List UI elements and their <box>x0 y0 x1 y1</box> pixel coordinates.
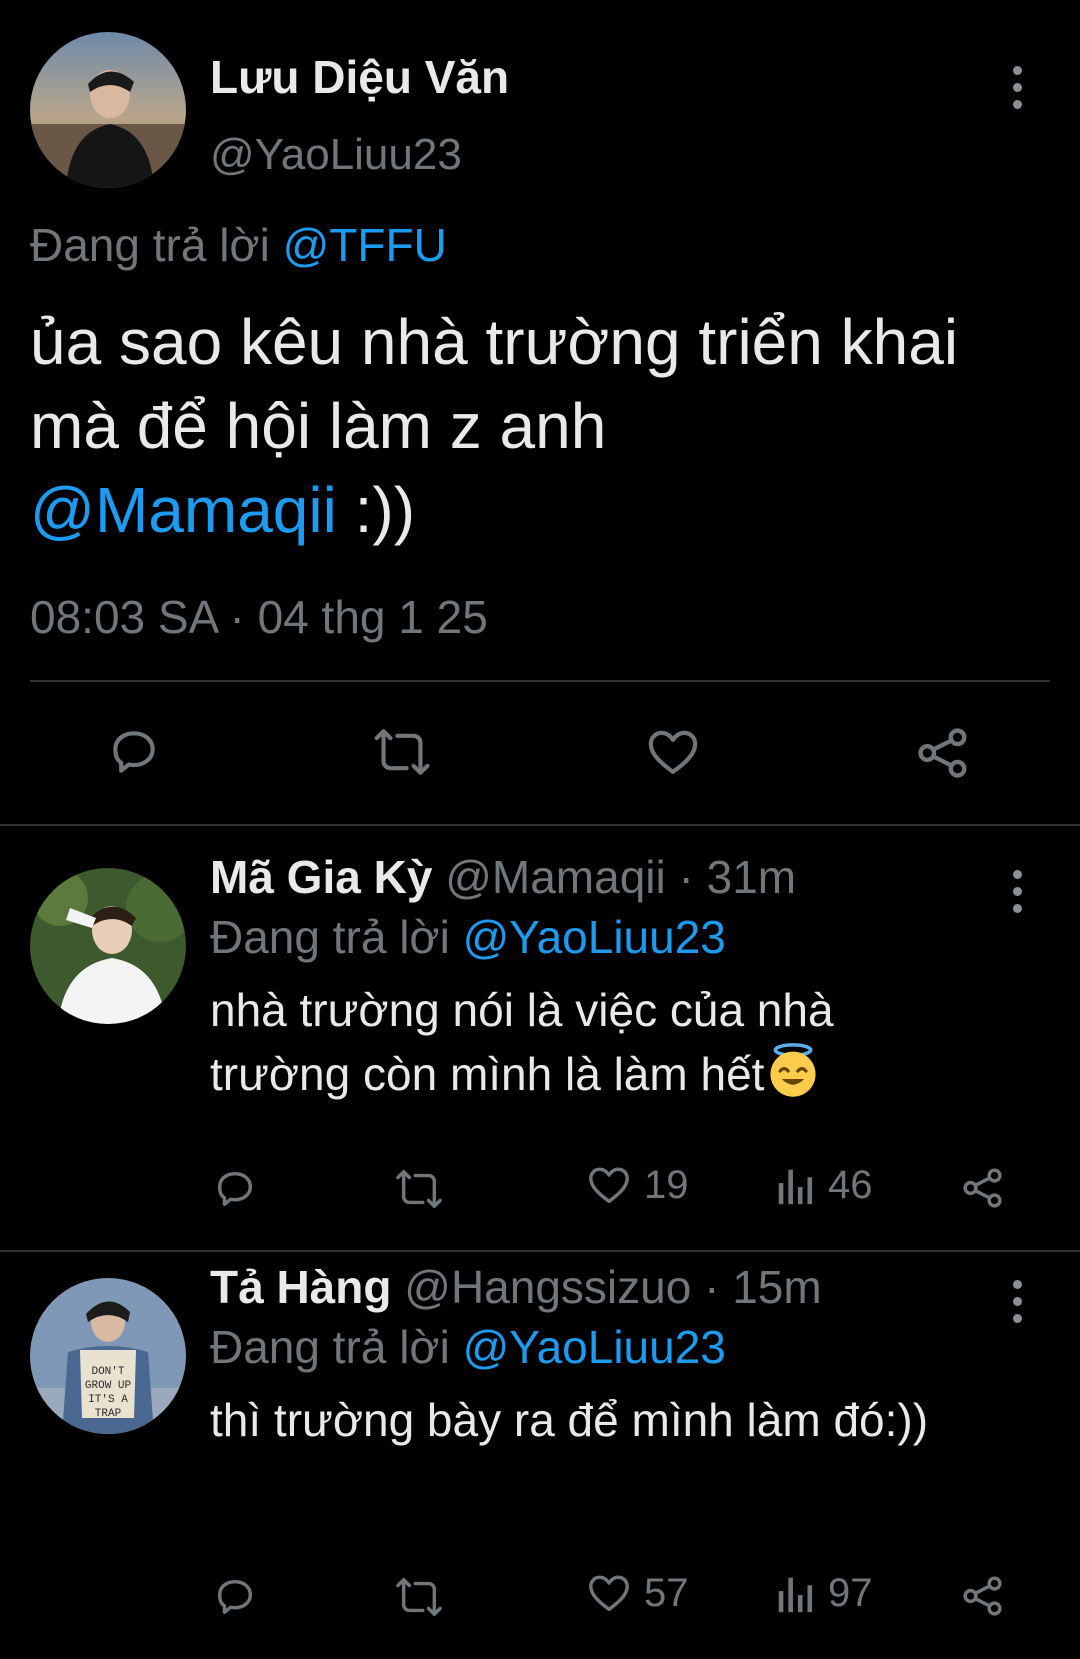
like-button[interactable] <box>644 724 702 780</box>
reply-icon <box>217 1579 253 1615</box>
retweet-button[interactable] <box>394 1574 444 1620</box>
more-options-icon[interactable] <box>1010 870 1024 913</box>
replying-mention-link[interactable]: @TFFU <box>283 219 447 271</box>
replying-prefix: Đang trả lời <box>210 911 450 963</box>
reply-header: Mã Gia Kỳ @Mamaqii · 31m <box>210 850 796 904</box>
tweet-text: ủa sao kêu nhà trường triển khai mà để h… <box>30 300 1040 552</box>
author-handle[interactable]: @YaoLiuu23 <box>210 130 462 180</box>
reply-icon <box>217 1171 253 1207</box>
avatar[interactable] <box>30 868 186 1024</box>
author-handle[interactable]: @Hangssizuo <box>404 1261 691 1313</box>
tweet-timestamp[interactable]: 08:03 SA · 04 thg 1 25 <box>30 590 488 644</box>
retweet-button[interactable] <box>372 724 432 780</box>
retweet-icon <box>374 729 430 775</box>
replying-to: Đang trả lời @TFFU <box>30 218 447 272</box>
reply-tweet[interactable]: DON'T GROW UP IT'S A TRAP Tả Hàng @Hangs… <box>0 1252 1080 1659</box>
tweet-age[interactable]: 15m <box>732 1261 821 1313</box>
retweet-icon <box>396 1578 442 1616</box>
share-button[interactable] <box>960 1164 1006 1212</box>
like-button[interactable]: 19 <box>586 1162 689 1208</box>
more-options-icon[interactable] <box>1010 66 1024 109</box>
avatar[interactable]: DON'T GROW UP IT'S A TRAP <box>30 1278 186 1434</box>
separator-dot: · <box>704 1261 720 1313</box>
author-handle[interactable]: @Mamaqii <box>445 851 666 903</box>
like-icon <box>589 1167 629 1204</box>
share-button[interactable] <box>914 724 972 782</box>
tweet-text-content: nhà trường nói là việc của nhà trường cò… <box>210 984 834 1100</box>
retweet-button[interactable] <box>394 1166 444 1212</box>
smiling-face-with-halo-icon <box>770 1043 816 1097</box>
like-count: 19 <box>644 1162 689 1207</box>
svg-text:DON'T: DON'T <box>91 1366 124 1378</box>
replying-prefix: Đang trả lời <box>30 219 270 271</box>
views-icon <box>778 1169 813 1205</box>
reply-header: Tả Hàng @Hangssizuo · 15m <box>210 1260 822 1314</box>
author-name[interactable]: Mã Gia Kỳ <box>210 851 432 903</box>
tweet-text-suffix: :)) <box>336 474 415 546</box>
tweet-text-content: ủa sao kêu nhà trường triển khai mà để h… <box>30 306 959 462</box>
share-icon <box>963 1576 1002 1616</box>
share-button[interactable] <box>960 1572 1006 1620</box>
like-icon <box>589 1575 629 1612</box>
views-icon <box>778 1577 813 1613</box>
reply-icon <box>113 731 155 773</box>
like-button[interactable]: 57 <box>586 1570 689 1616</box>
reply-button[interactable] <box>106 724 162 780</box>
tweet-mention-link[interactable]: @Mamaqii <box>30 474 337 546</box>
avatar[interactable] <box>30 32 186 188</box>
share-icon <box>918 728 967 778</box>
svg-text:GROW UP: GROW UP <box>85 1380 132 1392</box>
like-count: 57 <box>644 1570 689 1615</box>
separator-dot: · <box>678 851 694 903</box>
divider <box>30 680 1050 682</box>
svg-text:IT'S A: IT'S A <box>88 1394 128 1406</box>
like-icon <box>648 730 698 774</box>
replying-to: Đang trả lời @YaoLiuu23 <box>210 1320 726 1374</box>
main-tweet: Lưu Diệu Văn @YaoLiuu23 Đang trả lời @TF… <box>0 0 1080 826</box>
replying-mention-link[interactable]: @YaoLiuu23 <box>463 1321 726 1373</box>
views-button[interactable]: 46 <box>776 1162 873 1208</box>
reply-tweet[interactable]: Mã Gia Kỳ @Mamaqii · 31m Đang trả lời @Y… <box>0 826 1080 1250</box>
tweet-text: nhà trường nói là việc của nhà trường cò… <box>210 978 970 1106</box>
view-count: 46 <box>828 1162 873 1207</box>
reply-button[interactable] <box>212 1574 258 1620</box>
replying-prefix: Đang trả lời <box>210 1321 450 1373</box>
views-button[interactable]: 97 <box>776 1570 873 1616</box>
tweet-age[interactable]: 31m <box>707 851 796 903</box>
author-name[interactable]: Tả Hàng <box>210 1261 391 1313</box>
author-name[interactable]: Lưu Diệu Văn <box>210 50 509 104</box>
replying-mention-link[interactable]: @YaoLiuu23 <box>463 911 726 963</box>
reply-button[interactable] <box>212 1166 258 1212</box>
more-options-icon[interactable] <box>1010 1280 1024 1323</box>
svg-text:TRAP: TRAP <box>95 1408 122 1420</box>
replying-to: Đang trả lời @YaoLiuu23 <box>210 910 726 964</box>
tweet-text: thì trường bày ra để mình làm đó:)) <box>210 1394 929 1446</box>
retweet-icon <box>396 1170 442 1208</box>
view-count: 97 <box>828 1570 873 1615</box>
share-icon <box>963 1168 1002 1208</box>
